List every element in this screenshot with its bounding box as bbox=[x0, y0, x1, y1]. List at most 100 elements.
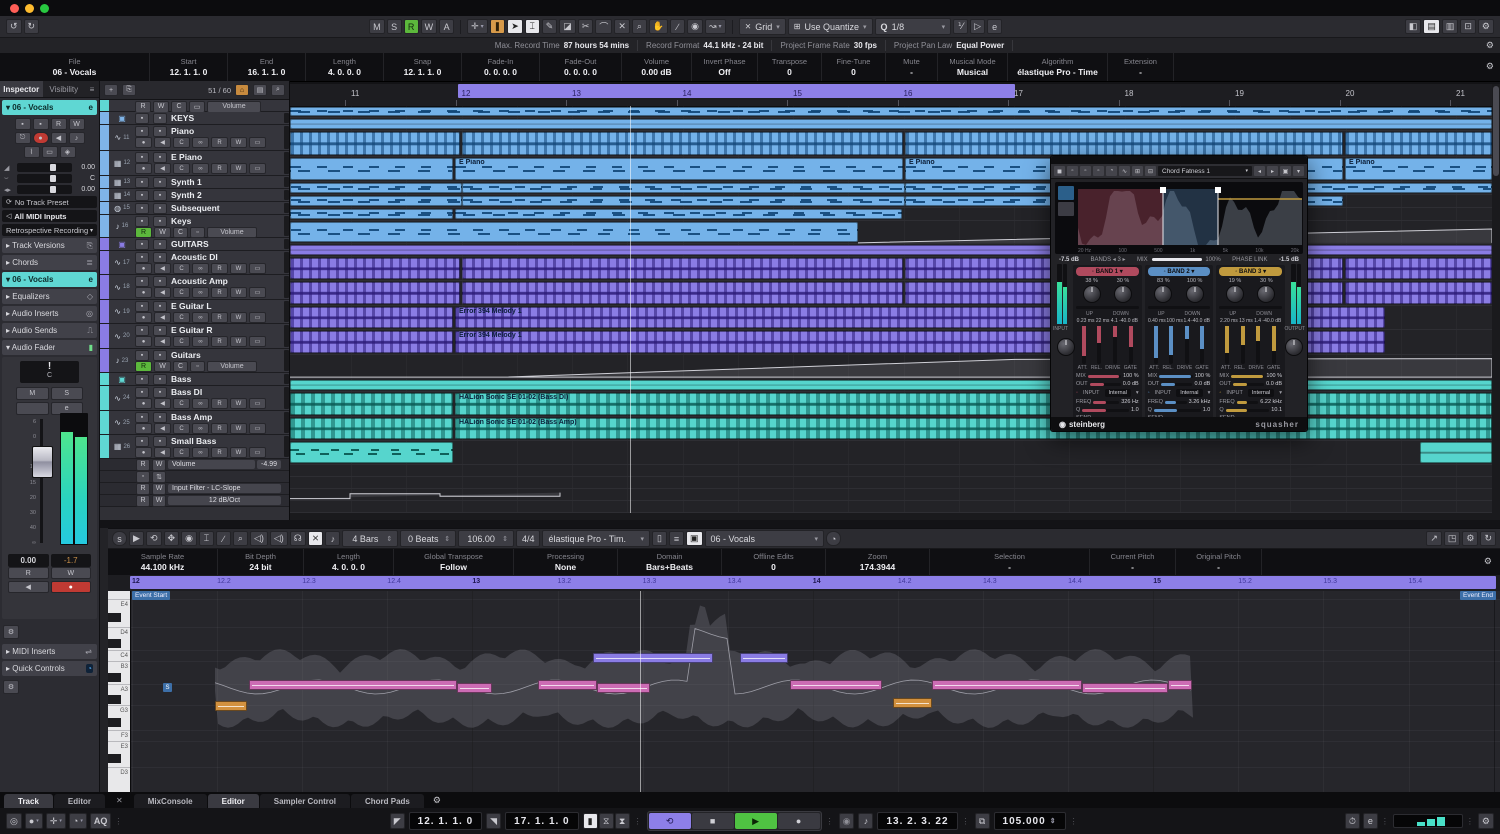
band-mix-row[interactable]: MIX 100 % bbox=[1076, 373, 1139, 379]
editor-info-sample-rate[interactable]: Sample Rate 44.100 kHz bbox=[108, 549, 218, 575]
slider-gate[interactable] bbox=[1128, 326, 1133, 364]
window-layout-icon-3[interactable]: ⊡ bbox=[1460, 19, 1476, 34]
track-ctrl-0[interactable]: ● bbox=[135, 312, 152, 323]
info-col-transpose[interactable]: Transpose 0 bbox=[758, 53, 822, 81]
track-ctrl-5[interactable]: W bbox=[230, 263, 247, 274]
plugin-tool-4[interactable]: ◔ bbox=[1106, 166, 1117, 176]
plugin-tool-3[interactable]: ▫ bbox=[1093, 166, 1104, 176]
solo-button[interactable]: ▪ bbox=[153, 238, 167, 250]
play-tool[interactable]: ◉ bbox=[687, 19, 703, 34]
track-ctrl-2[interactable]: C bbox=[173, 312, 190, 323]
cycle-button[interactable]: ⟲ bbox=[648, 813, 691, 829]
pre-roll-icon[interactable]: ◉ bbox=[838, 813, 855, 829]
band-mix-row[interactable]: MIX 100 % bbox=[1148, 373, 1211, 379]
track-ctrl-2[interactable]: C bbox=[173, 137, 190, 148]
snap-to-zero-tool[interactable]: ❚ bbox=[489, 19, 506, 34]
window-layout-icon-0[interactable]: ◧ bbox=[1404, 19, 1422, 34]
track-ctrl-0[interactable]: ● bbox=[135, 163, 152, 174]
phase-link-label[interactable]: PHASE LINK bbox=[1232, 257, 1267, 263]
track-ctrl-0[interactable]: ● bbox=[135, 287, 152, 298]
mute-button[interactable]: ▪ bbox=[135, 125, 149, 137]
bottom-left-icon-4[interactable]: AQ bbox=[89, 813, 112, 829]
event-halion-sonic-se-01-02-bass-di-[interactable]: HALion Sonic SE 01-02 (Bass DI) bbox=[455, 393, 1492, 415]
track-grid-button-b2[interactable]: ⌇ bbox=[23, 146, 40, 158]
mute-button[interactable]: ▪ bbox=[135, 202, 149, 214]
piano-key-e3[interactable]: E3 bbox=[108, 741, 130, 752]
variaudio-segment-6[interactable] bbox=[740, 653, 788, 663]
write-button[interactable]: W bbox=[154, 361, 171, 372]
variaudio-segment-3[interactable] bbox=[538, 680, 597, 690]
piano-key-f3[interactable]: F3 bbox=[108, 730, 130, 741]
auto-write-button[interactable]: W bbox=[152, 482, 166, 495]
event-e-piano[interactable]: E Piano bbox=[1345, 158, 1492, 180]
solo-button[interactable]: ▪ bbox=[153, 112, 167, 124]
volume-field[interactable]: Volume bbox=[207, 361, 257, 372]
arrange-lane-17[interactable] bbox=[290, 441, 1492, 465]
tab-chord-pads[interactable]: Chord Pads bbox=[350, 794, 424, 808]
bottom-left-icon-2[interactable]: ✛ ▾ bbox=[45, 813, 66, 829]
inspector-menu-icon[interactable]: ≡ bbox=[85, 81, 99, 97]
mute-button[interactable]: ▪ bbox=[135, 238, 149, 250]
track-row-e-guitar-r[interactable]: ∿ 20 ▪ ▪ E Guitar R ● ◀ C ∞ R W ▭ bbox=[100, 324, 289, 349]
editor-solo-button[interactable]: s bbox=[112, 531, 127, 546]
auto-param-field[interactable]: 12 dB/Oct bbox=[168, 496, 281, 505]
track-ctrl-1[interactable]: ◀ bbox=[154, 398, 171, 409]
info-col-snap[interactable]: Snap 12. 1. 1. 0 bbox=[384, 53, 462, 81]
event[interactable] bbox=[290, 245, 1492, 255]
track-ctrl-0[interactable]: ● bbox=[135, 336, 152, 347]
track-ctrl-0[interactable]: ● bbox=[135, 137, 152, 148]
track-grid-button-b1[interactable]: ♪ bbox=[68, 132, 85, 144]
solo-button[interactable]: ▪ bbox=[153, 176, 167, 188]
track-ctrl-5[interactable]: W bbox=[230, 312, 247, 323]
transport-gear-icon[interactable]: ⚙ bbox=[1477, 813, 1494, 829]
piano-key-c4[interactable]: C4 bbox=[108, 650, 130, 661]
cycle-region[interactable] bbox=[458, 84, 1015, 98]
auto-read-button[interactable]: R bbox=[136, 494, 150, 507]
track-ctrl-3[interactable]: ∞ bbox=[192, 336, 209, 347]
iterative-quantize-button[interactable]: ▷ bbox=[970, 19, 986, 34]
editor-info-zoom[interactable]: Zoom 174.3944 bbox=[826, 549, 930, 575]
plugin-window-icon[interactable]: ▣ bbox=[1280, 166, 1291, 176]
event[interactable] bbox=[1345, 132, 1492, 155]
auto-write-button[interactable]: W bbox=[152, 458, 166, 471]
track-ctrl-3[interactable]: ∞ bbox=[192, 163, 209, 174]
variaudio-segment-5[interactable] bbox=[593, 653, 713, 663]
piano-key-d3[interactable]: D3 bbox=[108, 767, 130, 778]
slider-rel[interactable] bbox=[1240, 326, 1245, 364]
up-knob[interactable] bbox=[1154, 285, 1173, 303]
solo-button[interactable]: ▪ bbox=[153, 300, 167, 312]
editor-info-original-pitch[interactable]: Original Pitch - bbox=[1176, 549, 1262, 575]
maximize-window-icon[interactable] bbox=[40, 3, 49, 13]
track-row-bass-amp[interactable]: ∿ 25 ▪ ▪ Bass Amp ● ◀ C ∞ R W ▭ bbox=[100, 411, 289, 435]
up-knob[interactable] bbox=[1082, 285, 1101, 303]
automation-r-button[interactable]: R bbox=[403, 19, 419, 34]
solo-button[interactable]: ▪ bbox=[153, 411, 167, 423]
beats-field[interactable]: 0 Beats ⇕ bbox=[400, 530, 457, 547]
inspector-gear2-icon[interactable]: ⚙ bbox=[3, 680, 19, 694]
band-out-row[interactable]: OUT 0.0 dB bbox=[1148, 381, 1211, 387]
slider-drive[interactable] bbox=[1113, 326, 1118, 364]
track-ctrl-6[interactable]: ▭ bbox=[249, 336, 266, 347]
editor-info-current-pitch[interactable]: Current Pitch - bbox=[1090, 549, 1176, 575]
track-ctrl-3[interactable]: ∞ bbox=[192, 287, 209, 298]
solo-button[interactable]: ▪ bbox=[153, 373, 167, 385]
inspector-section-audio-fader[interactable]: ▾ Audio Fader ▮ bbox=[2, 340, 97, 355]
track-row-acoustic-di[interactable]: ∿ 17 ▪ ▪ Acoustic DI ● ◀ C ∞ R W ▭ bbox=[100, 251, 289, 275]
arrange-horizontal-scrollbar[interactable] bbox=[290, 513, 1492, 520]
bars-field[interactable]: 4 Bars ⇕ bbox=[342, 530, 399, 547]
setup-window-gear-icon[interactable]: ⚙ bbox=[1477, 19, 1494, 34]
tail-btn-4[interactable]: Volume bbox=[207, 100, 261, 113]
arrange-lane-21[interactable] bbox=[290, 501, 1492, 513]
goto-right-locator-icon[interactable]: ◥ bbox=[486, 813, 502, 829]
track-ctrl-2[interactable]: C bbox=[173, 423, 190, 434]
mute-tool[interactable]: ✕ bbox=[614, 19, 630, 34]
solo-button[interactable]: ▪ bbox=[153, 275, 167, 287]
editor-tool-0[interactable]: ▶ bbox=[129, 531, 144, 546]
volume-field[interactable]: Volume bbox=[207, 227, 257, 238]
track-ctrl-6[interactable]: ▭ bbox=[249, 447, 266, 458]
bottom-left-icon-1[interactable]: ● ▾ bbox=[24, 813, 43, 829]
solo-button[interactable]: ▪ bbox=[153, 125, 167, 137]
track-ctrl-0[interactable]: ● bbox=[135, 398, 152, 409]
track-ctrl-1[interactable]: ◀ bbox=[154, 287, 171, 298]
solo-button[interactable]: ▪ bbox=[153, 202, 167, 214]
